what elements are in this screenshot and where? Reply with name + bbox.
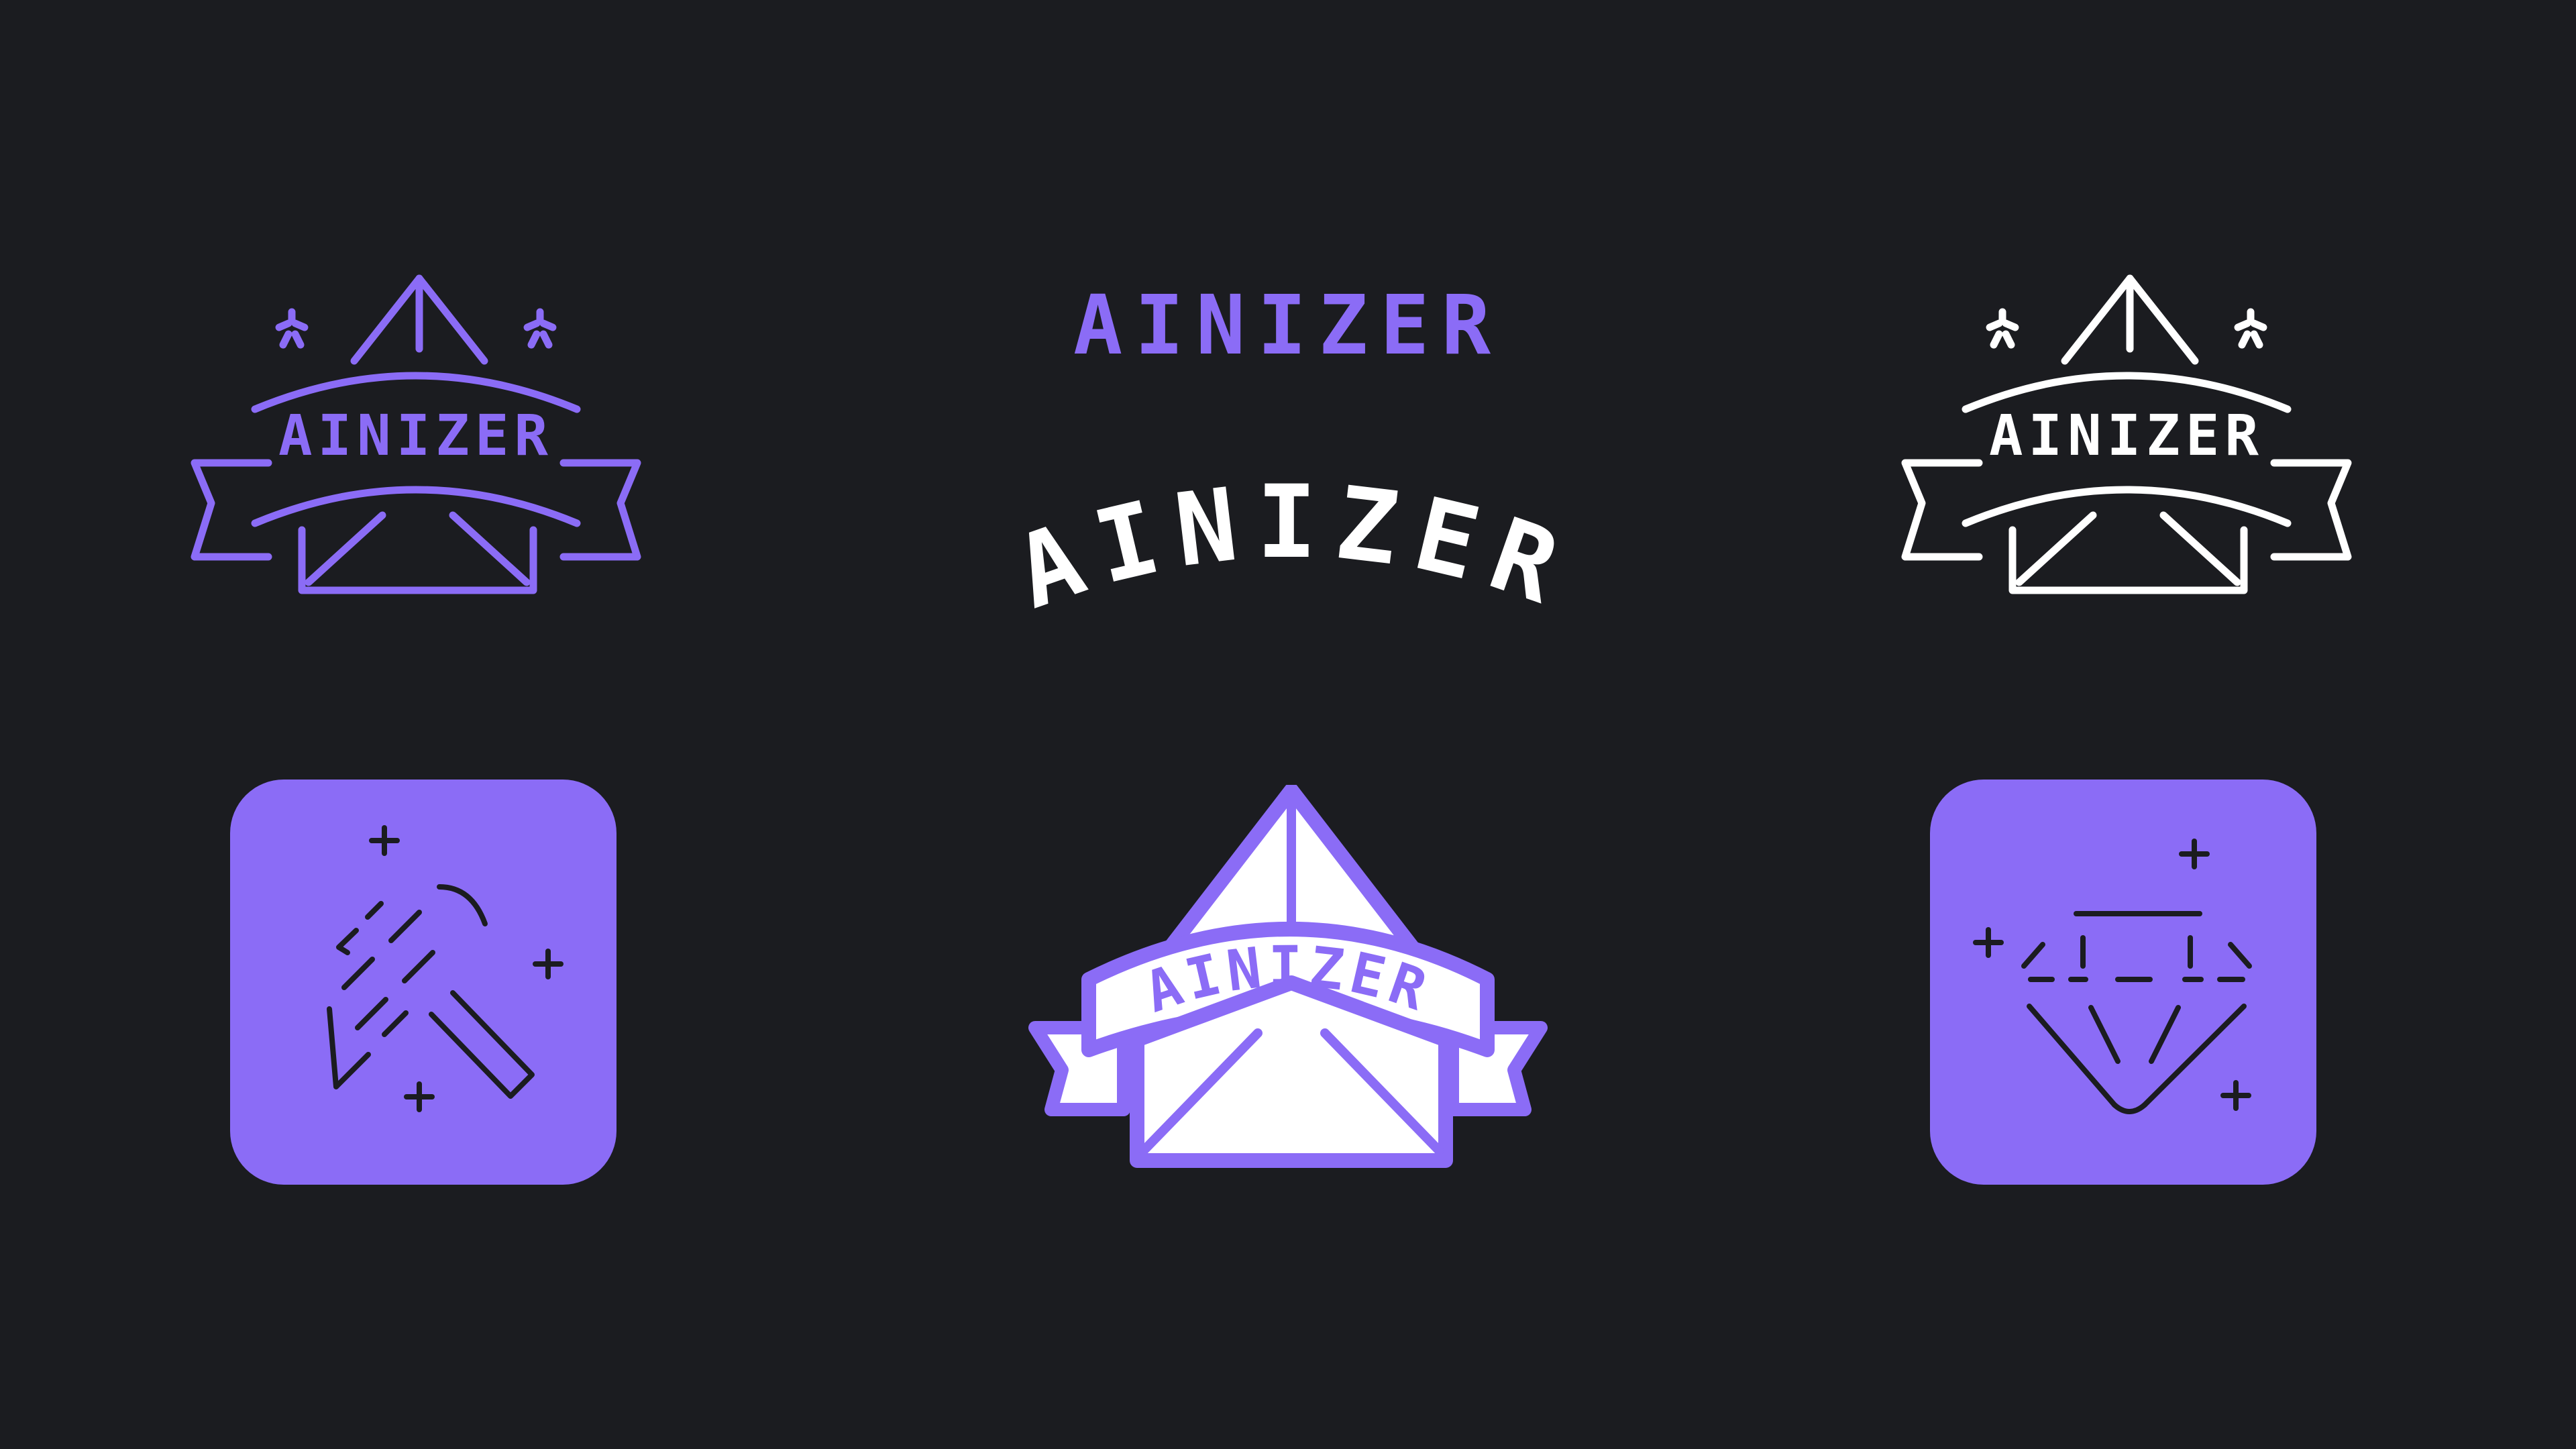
wordmark-arched-text: AINIZER bbox=[1002, 464, 1587, 632]
diamond-app-icon bbox=[1930, 780, 2316, 1185]
badge-label: AINIZER bbox=[1989, 402, 2264, 468]
wordmark-arched-path-text: AINIZER bbox=[1002, 464, 1570, 632]
star-icon bbox=[1986, 308, 2019, 349]
star-icon bbox=[523, 308, 557, 349]
wordmark-purple-text: AINIZER bbox=[1073, 278, 1503, 373]
magic-wand-app-icon bbox=[230, 780, 616, 1185]
tent-badge-filled: AINIZER bbox=[1028, 785, 1548, 1168]
tent-base-icon bbox=[2008, 511, 2248, 594]
tent-peak-icon bbox=[350, 274, 488, 365]
wordmark-purple: AINIZER bbox=[1046, 275, 1529, 376]
star-icon bbox=[275, 308, 309, 349]
wordmark-arched-white: AINIZER bbox=[1002, 464, 1587, 632]
tent-badge-outline-purple: AINIZER bbox=[191, 274, 641, 594]
badge-label: AINIZER bbox=[278, 402, 553, 468]
tent-peak-icon bbox=[2061, 274, 2199, 365]
tent-badge-outline-white: AINIZER bbox=[1901, 274, 2352, 594]
star-icon bbox=[2234, 308, 2267, 349]
tent-base-icon bbox=[298, 511, 537, 594]
